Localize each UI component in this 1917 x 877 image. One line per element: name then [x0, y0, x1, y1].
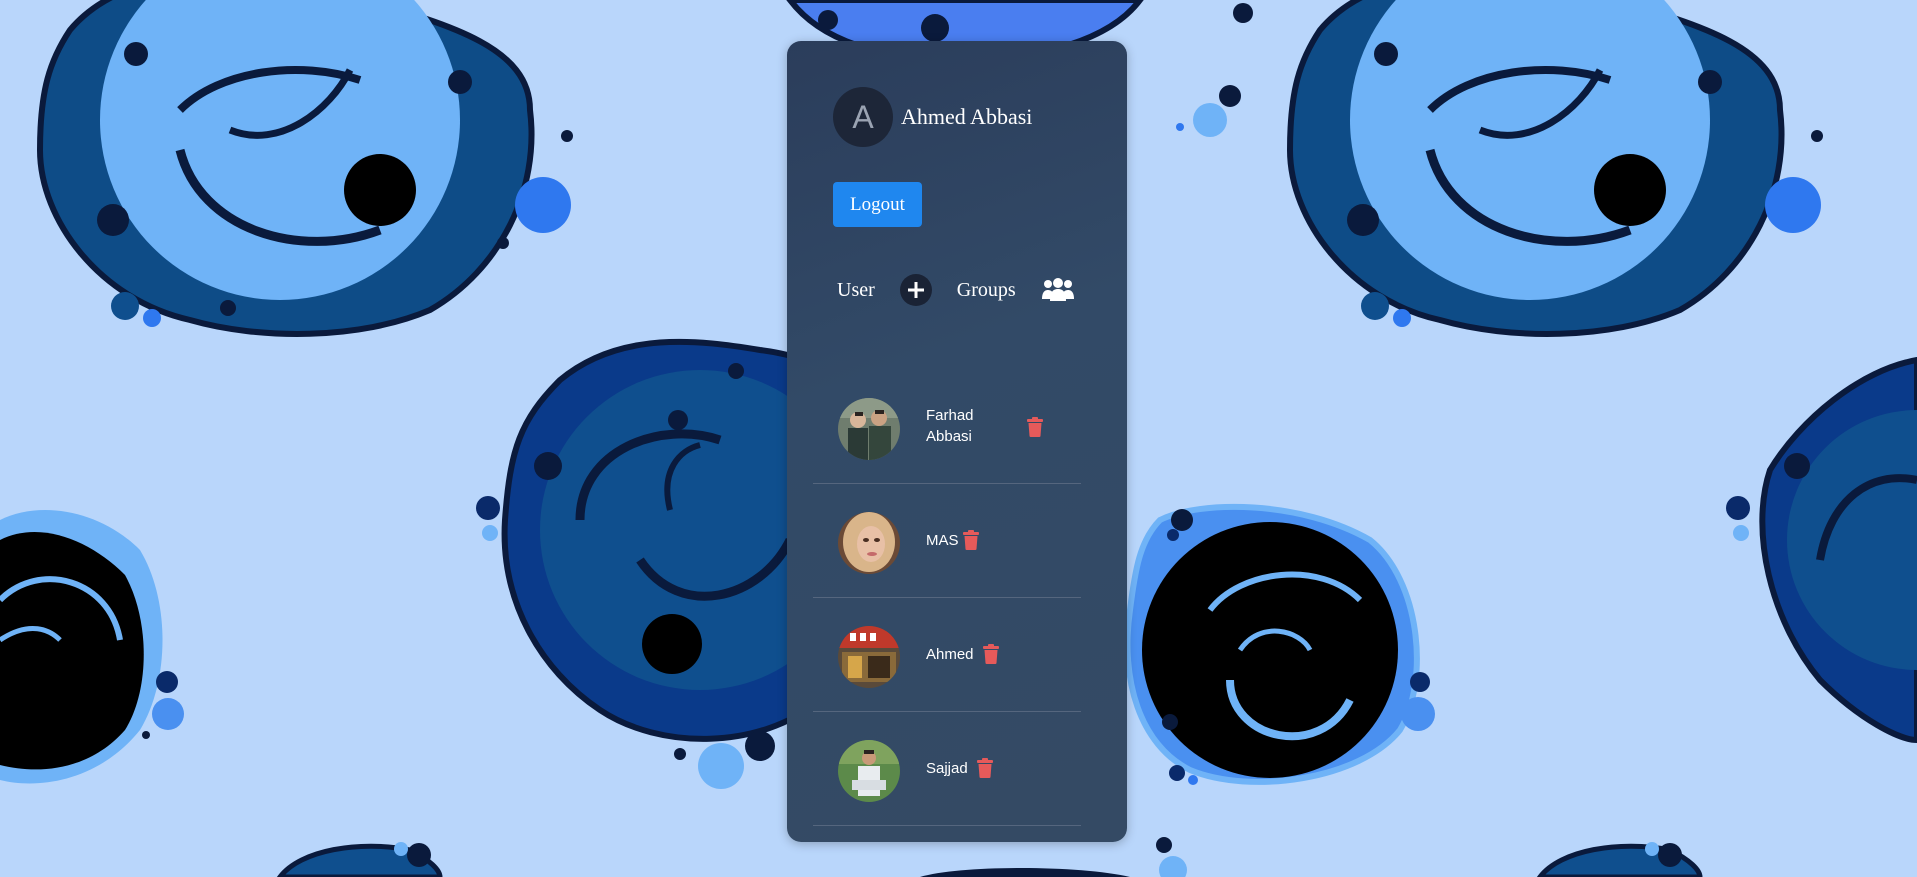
user-name: Sajjad: [926, 760, 968, 777]
user-photo: [838, 626, 900, 688]
profile-avatar[interactable]: A: [833, 87, 893, 147]
delete-user-icon[interactable]: [963, 530, 979, 550]
user-avatar[interactable]: [838, 512, 900, 574]
user-name: MAS: [926, 532, 959, 549]
profile-name: Ahmed Abbasi: [901, 104, 1033, 129]
user-photo: [838, 398, 900, 460]
user-list: Farhad Abbasi MAS Ahmed Sajjad: [813, 370, 1081, 826]
user-name: Farhad Abbasi: [926, 405, 974, 447]
nav-groups-label[interactable]: Groups: [957, 279, 1016, 302]
user-first-name: Farhad: [926, 407, 974, 424]
delete-user-icon[interactable]: [983, 644, 999, 664]
delete-user-icon[interactable]: [1027, 417, 1043, 437]
chat-sidebar-panel: A Ahmed Abbasi Logout User Groups Farhad…: [787, 41, 1127, 842]
user-name: Ahmed: [926, 646, 974, 663]
user-avatar[interactable]: [838, 626, 900, 688]
user-photo: [838, 512, 900, 574]
groups-button[interactable]: [1040, 276, 1076, 304]
user-avatar[interactable]: [838, 398, 900, 460]
users-group-icon: [1041, 278, 1074, 301]
user-photo: [838, 740, 900, 802]
nav-row: User Groups: [837, 272, 1076, 308]
profile-header: A Ahmed Abbasi: [833, 87, 1032, 147]
user-last-name: Abbasi: [926, 428, 972, 445]
delete-user-icon[interactable]: [977, 758, 993, 778]
add-user-button[interactable]: [899, 274, 932, 306]
user-list-item[interactable]: MAS: [813, 484, 1081, 598]
user-list-item[interactable]: Sajjad: [813, 712, 1081, 826]
logout-button[interactable]: Logout: [833, 182, 922, 227]
user-avatar[interactable]: [838, 740, 900, 802]
user-list-item[interactable]: Ahmed: [813, 598, 1081, 712]
nav-user-label[interactable]: User: [837, 279, 875, 302]
plus-icon: [907, 282, 924, 298]
user-list-item[interactable]: Farhad Abbasi: [813, 370, 1081, 484]
